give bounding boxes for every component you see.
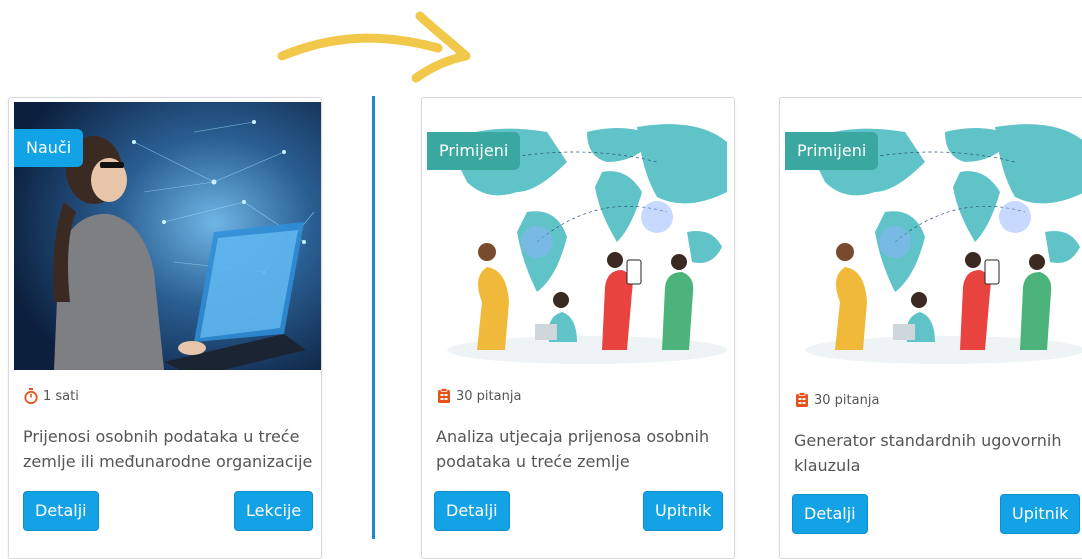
details-button[interactable]: Detalji <box>792 494 868 534</box>
question-count: 30 pitanja <box>794 392 879 408</box>
course-card-2: Primijeni 30 pitanja Analiza utjecaja pr… <box>421 97 735 559</box>
badge-primijeni: Primijeni <box>427 132 521 170</box>
course-title: Generator standardnih ugovornih klauzula <box>794 431 1062 475</box>
details-button[interactable]: Detalji <box>434 491 510 531</box>
questionnaire-button[interactable]: Upitnik <box>1000 494 1081 534</box>
duration-text: 1 sati <box>43 388 79 404</box>
course-card-3: Primijeni 30 pitanja Generator standardn… <box>779 97 1082 559</box>
arrow-icon <box>277 11 471 83</box>
question-count: 30 pitanja <box>436 388 521 404</box>
course-title: Prijenosi osobnih podataka u treće zemlj… <box>23 427 313 471</box>
badge-nauci: Nauči <box>14 129 84 167</box>
lessons-button[interactable]: Lekcije <box>234 491 314 531</box>
stopwatch-icon <box>23 388 39 404</box>
questionnaire-button[interactable]: Upitnik <box>643 491 724 531</box>
details-button[interactable]: Detalji <box>23 491 99 531</box>
course-title: Analiza utjecaja prijenosa osobnih podat… <box>436 427 710 471</box>
badge-primijeni: Primijeni <box>785 132 879 170</box>
question-count-text: 30 pitanja <box>456 388 522 404</box>
question-count-text: 30 pitanja <box>814 392 880 408</box>
section-divider <box>372 96 375 539</box>
duration: 1 sati <box>23 388 79 404</box>
clipboard-icon <box>794 392 810 408</box>
clipboard-icon <box>436 388 452 404</box>
course-card-1: Nauči 1 sati Prijenosi osobnih podataka … <box>8 97 322 559</box>
